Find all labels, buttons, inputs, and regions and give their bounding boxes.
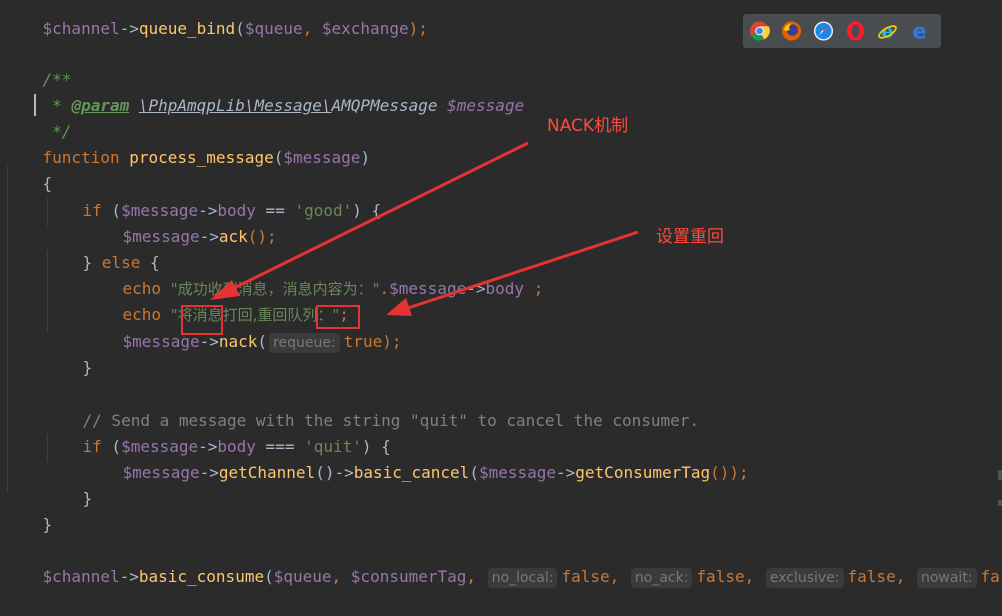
code-token: , — [466, 567, 486, 586]
parameter-hint: nowait: — [916, 568, 977, 588]
code-token: $channel — [42, 567, 120, 586]
code-token: , — [609, 567, 629, 586]
code-token: , — [331, 567, 351, 586]
code-token: basic_consume — [138, 567, 265, 586]
code-token: false — [847, 567, 896, 586]
code-token: ( — [264, 567, 274, 586]
nack-arrow — [225, 141, 529, 294]
requeue-arrow — [401, 230, 639, 312]
requeue-arrowhead — [386, 298, 412, 316]
parameter-hint: exclusive: — [765, 568, 844, 588]
code-token: , — [895, 567, 915, 586]
code-token: -> — [119, 567, 139, 586]
code-token: $consumerTag — [350, 567, 467, 586]
code-token: false — [561, 567, 610, 586]
nack-arrowhead — [210, 280, 240, 300]
code-token: false — [696, 567, 745, 586]
parameter-hint: no_local: — [487, 568, 558, 588]
code-token: , — [744, 567, 764, 586]
code-token: $queue — [273, 567, 332, 586]
annotation-arrows — [210, 141, 639, 316]
parameter-hint: no_ack: — [630, 568, 693, 588]
code-token: fa — [980, 567, 1000, 586]
